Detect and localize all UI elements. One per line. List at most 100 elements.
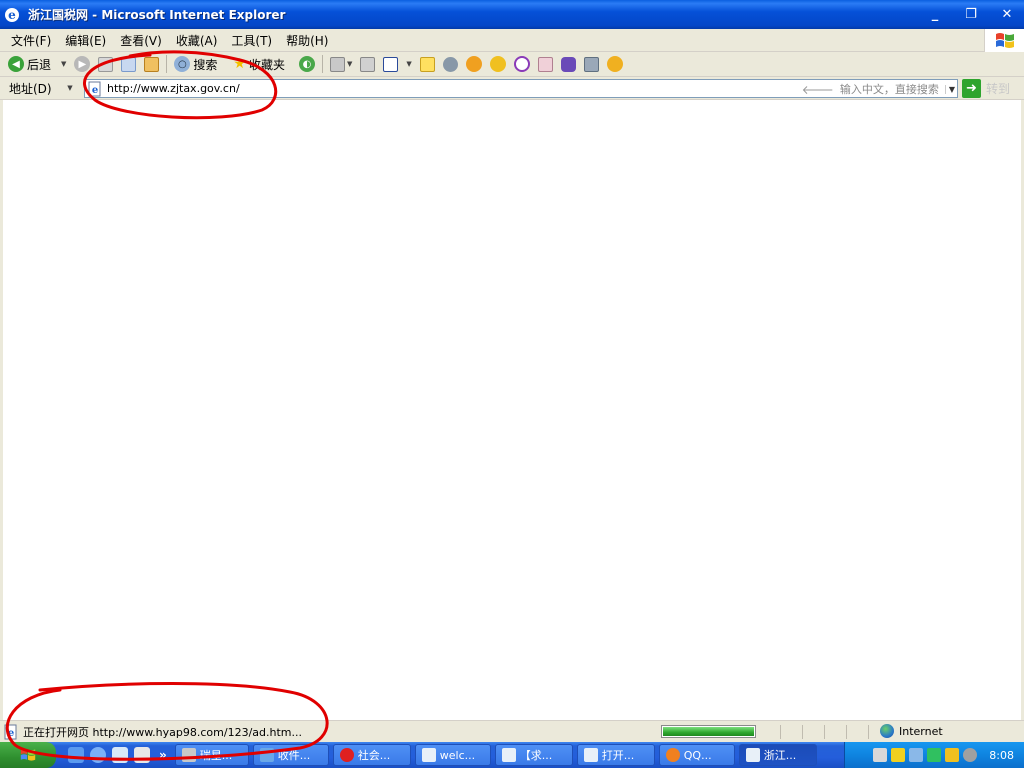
messenger-button[interactable] <box>439 53 462 75</box>
menu-tools[interactable]: 工具(T) <box>224 32 279 49</box>
home-icon <box>144 56 160 72</box>
emoticon-button-2[interactable] <box>486 53 510 75</box>
chevron-down-icon[interactable]: ▼ <box>60 84 80 92</box>
task-button[interactable]: welc... <box>414 744 491 766</box>
back-button[interactable]: ◀ 后退 ▼ <box>4 53 70 75</box>
chevron-down-icon[interactable]: ▼ <box>406 60 411 68</box>
network-icon[interactable] <box>927 748 942 762</box>
progress-fill <box>663 727 754 736</box>
progress-bar <box>661 725 756 738</box>
picture-icon <box>537 56 553 72</box>
task-button[interactable]: 【求... <box>494 744 573 766</box>
clock-button[interactable] <box>510 53 534 75</box>
security-zone[interactable]: Internet <box>880 724 943 738</box>
forward-arrow-icon: ▶ <box>74 56 91 72</box>
ie-icon[interactable] <box>90 747 106 763</box>
emoticon-button-1[interactable] <box>462 53 486 75</box>
outlook-icon[interactable] <box>112 747 128 763</box>
search-placeholder: 输入中文，直接搜索 <box>839 83 939 96</box>
page-content[interactable] <box>0 100 1024 720</box>
task-button-active[interactable]: 浙江... <box>738 744 817 766</box>
task-label: 浙江... <box>763 749 797 762</box>
arrow-left-icon: 🡐 <box>801 82 834 97</box>
taskbar: » 瑞星... 收件... 社会... welc... 【求... 打开... … <box>0 742 1024 768</box>
menu-edit[interactable]: 编辑(E) <box>58 32 113 49</box>
monitor-icon[interactable] <box>909 748 924 762</box>
status-divider <box>780 725 781 739</box>
home-button[interactable] <box>140 53 163 75</box>
media-button[interactable]: ◐ <box>295 53 319 75</box>
task-label: 收件... <box>277 749 311 762</box>
edit-button[interactable]: ▼ <box>379 53 415 75</box>
address-bar: 地址(D) ▼ e 🡐 输入中文，直接搜索 ▼ ➜ 转到 <box>0 77 1024 100</box>
chevron-down-icon[interactable]: ▼ <box>61 60 66 68</box>
task-label: QQ... <box>683 748 712 762</box>
close-button[interactable]: ✕ <box>996 4 1018 25</box>
task-button[interactable]: QQ... <box>658 744 735 766</box>
task-label: 社会... <box>357 749 391 762</box>
task-button[interactable]: 瑞星... <box>174 744 249 766</box>
printer-icon <box>360 56 376 72</box>
quicklaunch-icon[interactable] <box>68 747 84 763</box>
robot-icon <box>583 56 599 72</box>
plugin-button-1[interactable] <box>557 53 580 75</box>
antivirus-icon[interactable] <box>963 748 978 762</box>
stop-button[interactable] <box>94 53 117 75</box>
laughing-face-icon <box>489 56 506 72</box>
windows-logo-icon <box>20 748 36 761</box>
search-icon: ○ <box>174 56 191 72</box>
restore-button[interactable]: ❐ <box>960 4 982 25</box>
smiley-icon <box>465 56 482 72</box>
plugin-button-3[interactable] <box>603 53 627 75</box>
menu-help[interactable]: 帮助(H) <box>279 32 335 49</box>
print-button[interactable] <box>356 53 379 75</box>
favorites-button[interactable]: ★ 收藏夹 <box>229 53 289 75</box>
desktop-icon[interactable] <box>134 747 150 763</box>
back-label: 后退 <box>27 57 52 72</box>
picture-button[interactable] <box>534 53 557 75</box>
ie-icon <box>745 748 760 762</box>
window-title: 浙江国税网 - Microsoft Internet Explorer <box>28 8 286 22</box>
security-shield-icon[interactable] <box>891 748 906 762</box>
menu-file[interactable]: 文件(F) <box>4 32 58 49</box>
minimize-button[interactable]: _ <box>924 4 946 25</box>
plugin-button-2[interactable] <box>580 53 603 75</box>
address-search[interactable]: 🡐 输入中文，直接搜索 ▼ <box>802 81 955 97</box>
qq-penguin-icon[interactable] <box>945 748 960 762</box>
clock-icon <box>513 56 530 72</box>
chevron-down-icon[interactable]: ▼ <box>944 84 955 94</box>
favorites-label: 收藏夹 <box>248 57 285 72</box>
blocked-icon <box>339 748 354 762</box>
clock: 8:08 <box>989 748 1014 762</box>
go-arrow-icon: ➜ <box>962 79 981 98</box>
note-button[interactable] <box>416 53 439 75</box>
status-bar: e 正在打开网页 http://www.hyap98.com/123/ad.ht… <box>0 720 1024 742</box>
go-button[interactable]: ➜ 转到 <box>962 79 1010 98</box>
menu-view[interactable]: 查看(V) <box>113 32 169 49</box>
task-button[interactable]: 打开... <box>576 744 655 766</box>
refresh-button[interactable] <box>117 53 140 75</box>
start-button[interactable] <box>0 742 56 768</box>
task-button[interactable]: 社会... <box>332 744 411 766</box>
mail-button[interactable]: ▼ <box>326 53 356 75</box>
title-bar: e 浙江国税网 - Microsoft Internet Explorer _ … <box>0 0 1024 29</box>
page-loading-icon: e <box>4 724 17 739</box>
address-field[interactable]: e 🡐 输入中文，直接搜索 ▼ <box>84 79 958 98</box>
search-button[interactable]: ○ 搜索 <box>170 53 221 75</box>
url-input[interactable] <box>107 82 707 95</box>
menu-bar: 文件(F) 编辑(E) 查看(V) 收藏(A) 工具(T) 帮助(H) <box>0 29 1024 52</box>
quicklaunch-more[interactable]: » <box>159 748 167 762</box>
address-label: 地址(D) <box>9 81 52 96</box>
page-icon: e <box>88 81 101 96</box>
chevron-down-icon[interactable]: ▼ <box>347 60 352 68</box>
ie-icon: e <box>5 7 19 22</box>
mail-icon <box>259 748 274 762</box>
task-button[interactable]: 收件... <box>252 744 329 766</box>
forward-button[interactable]: ▶ <box>70 53 94 75</box>
volume-icon[interactable] <box>873 748 888 762</box>
rising-icon <box>181 748 196 762</box>
ie-icon <box>501 748 516 762</box>
status-divider <box>824 725 825 739</box>
menu-favorites[interactable]: 收藏(A) <box>169 32 225 49</box>
smiley-icon <box>606 56 623 72</box>
